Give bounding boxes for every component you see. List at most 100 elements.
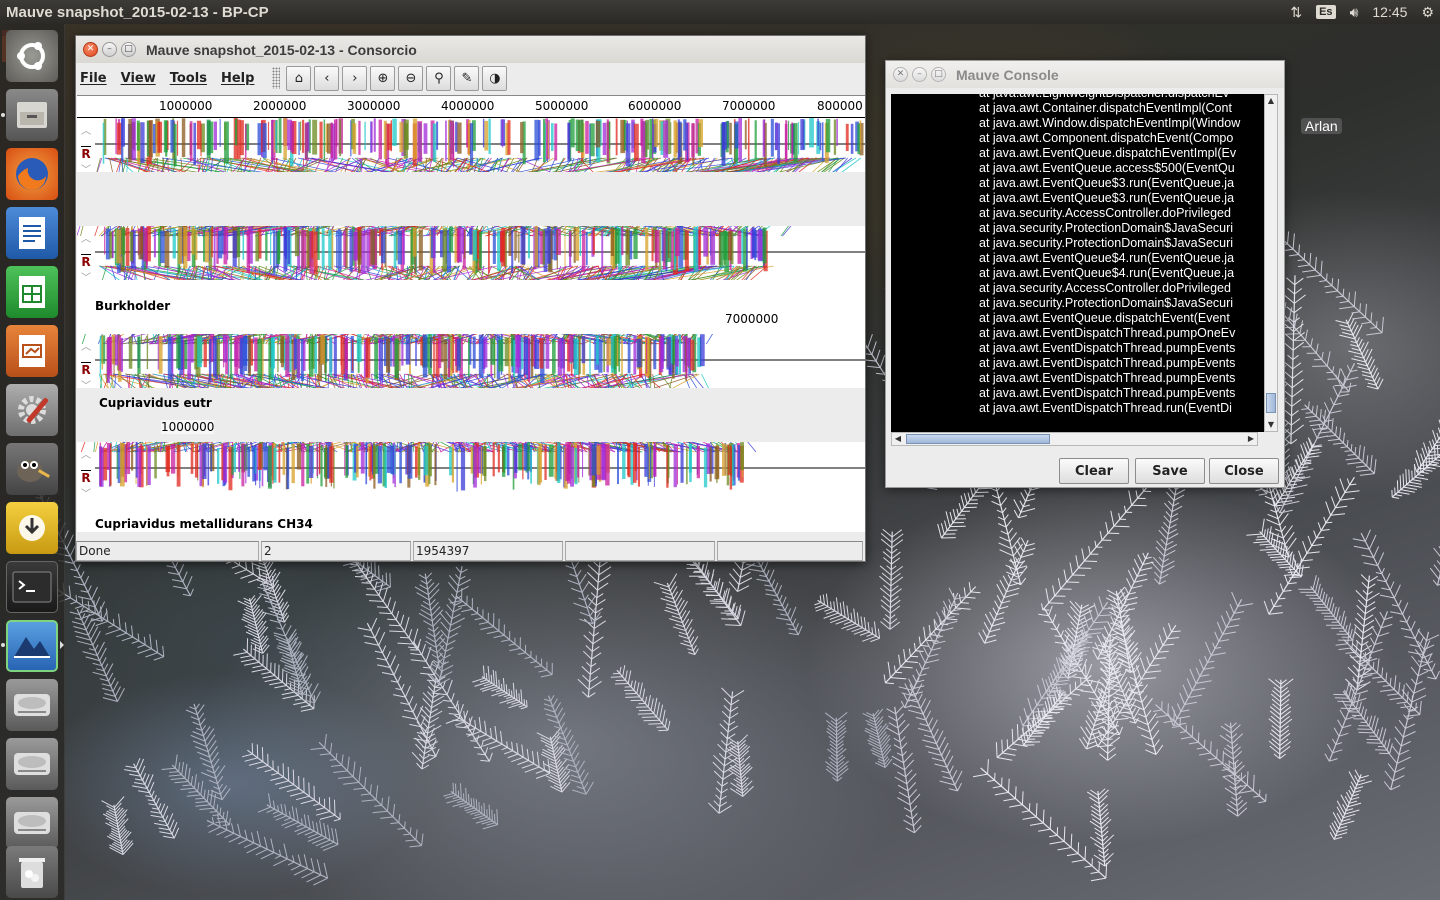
horizontal-scroll-thumb[interactable] — [906, 434, 1050, 444]
console-line: at java.awt.EventDispatchThread.pumpEven… — [979, 371, 1236, 385]
color-icon[interactable]: ◑ — [482, 65, 508, 91]
move-down-icon[interactable]: ﹀ — [77, 377, 95, 392]
minimize-track-icon[interactable] — [81, 353, 91, 363]
status-field-4 — [565, 541, 715, 561]
genome-name-label: Burkholder — [95, 299, 171, 313]
search-icon[interactable]: ⚲ — [426, 65, 452, 91]
minimize-track-icon[interactable] — [81, 137, 91, 147]
system-settings-icon[interactable] — [6, 384, 58, 436]
console-line: at java.awt.EventQueue.access$500(EventQ… — [979, 161, 1235, 175]
libreoffice-impress-icon[interactable] — [6, 325, 58, 377]
genome-name-label: Cupriavidus metallidurans CH34 — [95, 517, 313, 531]
menu-file[interactable]: File — [80, 71, 107, 86]
minimize-track-icon[interactable] — [81, 245, 91, 255]
status-message: Done — [76, 541, 259, 561]
move-up-icon[interactable]: ︿ — [77, 230, 95, 245]
active-window-title: Mauve snapshot_2015-02-13 - BP-CP — [6, 3, 269, 21]
console-line: at java.awt.EventQueue$4.run(EventQueue.… — [979, 266, 1235, 280]
menu-tools[interactable]: Tools — [170, 71, 207, 86]
scroll-down-arrow-icon[interactable]: ▼ — [1265, 419, 1277, 431]
volume-icon[interactable]: 🔊︎ — [1350, 4, 1359, 21]
window-title: Mauve snapshot_2015-02-13 - Consorcio — [146, 41, 417, 58]
vertical-scroll-thumb[interactable] — [1266, 393, 1276, 413]
console-output[interactable]: at java.awt.LightweightDispatcher.dispat… — [891, 94, 1264, 432]
close-icon[interactable]: ✕ — [83, 42, 98, 57]
launcher-focused-arrow — [60, 641, 64, 649]
save-button[interactable]: Save — [1135, 458, 1205, 484]
move-up-icon[interactable]: ︿ — [77, 446, 95, 461]
trash-icon[interactable] — [6, 846, 58, 898]
home-icon[interactable]: ⌂ — [286, 65, 312, 91]
scroll-left-arrow-icon[interactable]: ◀ — [892, 433, 904, 445]
libreoffice-writer-icon[interactable] — [6, 207, 58, 259]
alignment-panel[interactable]: 1000000 2000000 3000000 4000000 5000000 60000… — [77, 95, 865, 532]
maximize-icon[interactable]: □ — [931, 67, 946, 82]
file-manager-icon[interactable] — [6, 89, 58, 141]
feature-icon[interactable]: ✎ — [454, 65, 480, 91]
gear-icon[interactable]: ⚙ — [1421, 4, 1434, 21]
close-icon[interactable]: ✕ — [893, 67, 908, 82]
clock[interactable]: 12:45 — [1372, 4, 1407, 20]
console-line: at java.security.ProtectionDomain$JavaSe… — [979, 236, 1234, 250]
genome-controls: ︿ R ﹀ — [77, 122, 95, 176]
reference-marker[interactable]: R — [77, 147, 95, 161]
reference-marker[interactable]: R — [77, 363, 95, 377]
console-line: at java.awt.EventDispatchThread.pumpEven… — [979, 386, 1236, 400]
clear-button[interactable]: Clear — [1059, 458, 1129, 484]
minimize-icon[interactable]: – — [912, 67, 927, 82]
reference-marker[interactable]: R — [77, 471, 95, 485]
drive-icon[interactable] — [6, 679, 58, 731]
move-down-icon[interactable]: ﹀ — [77, 161, 95, 176]
console-line: at java.awt.EventQueue.dispatchEventImpl… — [979, 146, 1237, 160]
keyboard-layout-indicator[interactable]: Es — [1316, 5, 1336, 19]
reference-marker[interactable]: R — [77, 255, 95, 269]
terminal-icon[interactable] — [6, 561, 58, 613]
launcher-running-pip — [1, 113, 5, 117]
toolbar-grip[interactable] — [272, 67, 281, 89]
toolbar: ⌂ ‹ › ⊕ ⊖ ⚲ ✎ ◑ — [286, 65, 510, 91]
horizontal-scrollbar[interactable]: ◀ ▶ — [891, 432, 1258, 446]
status-field-5 — [717, 541, 863, 561]
minimize-icon[interactable]: – — [102, 42, 117, 57]
console-line: at java.awt.Window.dispatchEventImpl(Win… — [979, 116, 1241, 130]
move-down-icon[interactable]: ﹀ — [77, 485, 95, 500]
libreoffice-calc-icon[interactable] — [6, 266, 58, 318]
console-line: at java.security.AccessController.doPriv… — [979, 206, 1231, 220]
move-up-icon[interactable]: ︿ — [77, 122, 95, 137]
maximize-icon[interactable]: □ — [121, 42, 136, 57]
genome-controls: ︿ R ﹀ — [77, 446, 95, 500]
minimize-track-icon[interactable] — [81, 461, 91, 471]
drive-icon[interactable] — [6, 797, 58, 849]
scroll-right-arrow-icon[interactable]: ▶ — [1245, 433, 1257, 445]
move-down-icon[interactable]: ﹀ — [77, 269, 95, 284]
software-updater-icon[interactable] — [6, 502, 58, 554]
close-button[interactable]: Close — [1209, 458, 1279, 484]
folder-label[interactable]: Arlan — [1301, 118, 1342, 134]
vertical-scrollbar[interactable]: ▲ ▼ — [1264, 94, 1278, 432]
firefox-icon[interactable] — [6, 148, 58, 200]
mauve-icon[interactable] — [6, 620, 58, 672]
move-up-icon[interactable]: ︿ — [77, 338, 95, 353]
gimp-icon[interactable] — [6, 443, 58, 495]
mauve-titlebar[interactable]: ✕ – □ Mauve snapshot_2015-02-13 - Consor… — [76, 36, 865, 63]
status-genome: 2 — [261, 541, 411, 561]
scroll-up-arrow-icon[interactable]: ▲ — [1265, 95, 1277, 107]
menu-view[interactable]: View — [121, 71, 156, 86]
launcher — [0, 24, 65, 900]
menu-help[interactable]: Help — [221, 71, 254, 86]
scroll-right-icon[interactable]: › — [342, 65, 368, 91]
console-titlebar[interactable]: ✕ – □ Mauve Console — [886, 61, 1284, 88]
drive-icon[interactable] — [6, 738, 58, 790]
genome-band-bg — [77, 172, 865, 226]
genome-ruler-label: 1000000 — [161, 420, 215, 434]
ubuntu-dash-icon[interactable] — [6, 30, 58, 82]
console-window: ✕ – □ Mauve Console at java.awt.Lightwei… — [885, 60, 1285, 488]
statusbar: Done 2 1954397 — [76, 541, 865, 561]
console-line: at java.awt.EventQueue$3.run(EventQueue.… — [979, 176, 1235, 190]
zoom-out-icon[interactable]: ⊖ — [398, 65, 424, 91]
console-line: at java.awt.EventQueue$3.run(EventQueue.… — [979, 191, 1235, 205]
scroll-left-icon[interactable]: ‹ — [314, 65, 340, 91]
network-icon[interactable]: ⇅ — [1290, 4, 1302, 21]
console-line: at java.awt.EventQueue$4.run(EventQueue.… — [979, 251, 1235, 265]
zoom-in-icon[interactable]: ⊕ — [370, 65, 396, 91]
